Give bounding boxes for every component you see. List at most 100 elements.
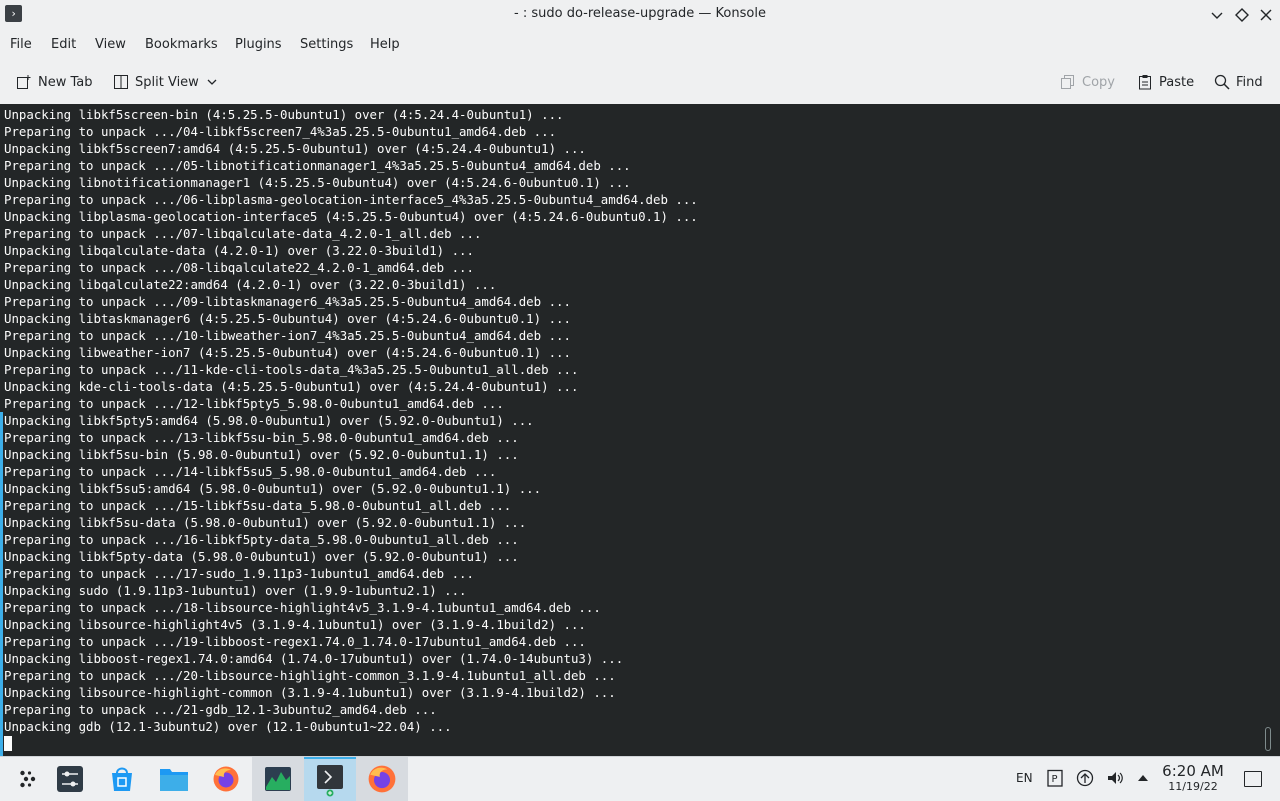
terminal-line: Preparing to unpack .../17-sudo_1.9.11p3…: [4, 566, 474, 581]
terminal-line: Unpacking libkf5su5:amd64 (5.98.0-0ubunt…: [4, 481, 542, 496]
terminal-line: Preparing to unpack .../13-libkf5su-bin_…: [4, 430, 519, 445]
app-launcher-icon: [20, 770, 36, 788]
copy-button[interactable]: Copy: [1060, 71, 1115, 93]
terminal-line: Unpacking libqalculate22:amd64 (4.2.0-1)…: [4, 277, 497, 292]
minimize-button[interactable]: [1207, 5, 1227, 25]
terminal-line: Preparing to unpack .../05-libnotificati…: [4, 158, 631, 173]
split-view-button[interactable]: Split View: [113, 71, 219, 93]
paste-label: Paste: [1159, 74, 1195, 90]
find-button[interactable]: Find: [1214, 71, 1263, 93]
volume-icon[interactable]: [1106, 769, 1124, 787]
terminal-line: Preparing to unpack .../12-libkf5pty5_5.…: [4, 396, 504, 411]
toolbar: New Tab Split View Copy Paste Find: [0, 62, 1280, 102]
paste-icon: [1139, 75, 1151, 90]
paste-button[interactable]: Paste: [1137, 71, 1194, 93]
terminal-line: Unpacking libtaskmanager6 (4:5.25.5-0ubu…: [4, 311, 571, 326]
terminal-line: Unpacking libnotificationmanager1 (4:5.2…: [4, 175, 631, 190]
firefox-window-icon: [368, 765, 396, 793]
menu-view[interactable]: View: [95, 37, 126, 52]
terminal-line: Preparing to unpack .../10-libweather-io…: [4, 328, 571, 343]
terminal-line: Unpacking libweather-ion7 (4:5.25.5-0ubu…: [4, 345, 571, 360]
chevron-down-icon: [207, 79, 217, 85]
terminal-line: Unpacking libsource-highlight4v5 (3.1.9-…: [4, 617, 586, 632]
terminal-line: Preparing to unpack .../21-gdb_12.1-3ubu…: [4, 702, 437, 717]
terminal-line: Unpacking libkf5su-data (5.98.0-0ubuntu1…: [4, 515, 527, 530]
search-icon: [1214, 74, 1230, 90]
menu-bookmarks[interactable]: Bookmarks: [145, 37, 218, 52]
menu-edit[interactable]: Edit: [51, 37, 76, 52]
terminal-line: Preparing to unpack .../19-libboost-rege…: [4, 634, 586, 649]
terminal-line: Unpacking gdb (12.1-3ubuntu2) over (12.1…: [4, 719, 452, 734]
terminal-line: Preparing to unpack .../14-libkf5su5_5.9…: [4, 464, 497, 479]
terminal-line: Unpacking sudo (1.9.11p3-1ubuntu1) over …: [4, 583, 467, 598]
copy-label: Copy: [1082, 74, 1115, 90]
terminal-line: Preparing to unpack .../09-libtaskmanage…: [4, 294, 571, 309]
terminal-line: Unpacking libkf5su-bin (5.98.0-0ubuntu1)…: [4, 447, 519, 462]
terminal-line: Unpacking libkf5screen7:amd64 (4:5.25.5-…: [4, 141, 586, 156]
diamond-icon: [1235, 8, 1249, 22]
task-konsole[interactable]: [304, 757, 356, 801]
konsole-icon: [317, 765, 343, 797]
menu-plugins[interactable]: Plugins: [235, 37, 282, 52]
task-firefox-window[interactable]: [356, 757, 408, 801]
discover-icon: [112, 767, 132, 791]
terminal-line: Unpacking libkf5pty-data (5.98.0-0ubuntu…: [4, 549, 519, 564]
system-monitor-icon: [265, 767, 291, 791]
terminal-scrollbar[interactable]: [1265, 727, 1271, 751]
task-file-manager[interactable]: [148, 757, 200, 801]
terminal-line: Unpacking libkf5pty5:amd64 (5.98.0-0ubun…: [4, 413, 534, 428]
terminal-line: Preparing to unpack .../06-libplasma-geo…: [4, 192, 698, 207]
title-bar[interactable]: › - : sudo do-release-upgrade — Konsole: [0, 0, 1280, 30]
terminal-line: Unpacking libqalculate-data (4.2.0-1) ov…: [4, 243, 474, 258]
terminal-output: Unpacking libkf5screen-bin (4:5.25.5-0ub…: [4, 106, 698, 735]
task-discover[interactable]: [96, 757, 148, 801]
new-tab-button[interactable]: New Tab: [16, 71, 93, 93]
system-settings-icon: [57, 766, 83, 792]
chevron-up-icon[interactable]: [1134, 769, 1152, 787]
update-notifier-icon[interactable]: [1076, 769, 1094, 787]
menu-settings[interactable]: Settings: [300, 37, 353, 52]
terminal-line: Preparing to unpack .../07-libqalculate-…: [4, 226, 482, 241]
task-firefox[interactable]: [200, 757, 252, 801]
terminal-line: Unpacking kde-cli-tools-data (4:5.25.5-0…: [4, 379, 579, 394]
terminal-cursor: [4, 736, 12, 751]
window-title: - : sudo do-release-upgrade — Konsole: [514, 6, 766, 21]
selection-marker: [0, 412, 3, 756]
terminal-line: Unpacking libkf5screen-bin (4:5.25.5-0ub…: [4, 107, 564, 122]
terminal-line: Unpacking libsource-highlight-common (3.…: [4, 685, 616, 700]
new-tab-label: New Tab: [38, 74, 93, 90]
find-label: Find: [1236, 74, 1263, 90]
split-view-label: Split View: [135, 74, 199, 90]
terminal-line: Preparing to unpack .../04-libkf5screen7…: [4, 124, 557, 139]
svg-text:P: P: [1052, 774, 1058, 785]
terminal-line: Preparing to unpack .../20-libsource-hig…: [4, 668, 616, 683]
close-button[interactable]: [1256, 5, 1276, 25]
firefox-icon: [213, 766, 239, 792]
show-desktop-button[interactable]: [1244, 771, 1262, 787]
clipboard-icon[interactable]: P: [1046, 769, 1064, 787]
menu-help[interactable]: Help: [370, 37, 400, 52]
keyboard-layout-indicator[interactable]: EN: [1016, 771, 1033, 785]
copy-icon: [1061, 75, 1074, 89]
konsole-window: › - : sudo do-release-upgrade — Konsole …: [0, 0, 1280, 756]
clock-date[interactable]: 11/19/22: [1160, 780, 1226, 793]
split-view-icon: [114, 75, 128, 89]
terminal-line: Unpacking libplasma-geolocation-interfac…: [4, 209, 698, 224]
terminal-line: Preparing to unpack .../11-kde-cli-tools…: [4, 362, 579, 377]
chevron-down-icon: [1211, 12, 1223, 19]
terminal-view[interactable]: Unpacking libkf5screen-bin (4:5.25.5-0ub…: [0, 104, 1280, 756]
terminal-line: Preparing to unpack .../16-libkf5pty-dat…: [4, 532, 519, 547]
terminal-line: Preparing to unpack .../18-libsource-hig…: [4, 600, 601, 615]
taskbar: EN P 6:20 AM 11/19/22: [0, 756, 1280, 801]
clock-time[interactable]: 6:20 AM: [1160, 762, 1226, 780]
close-icon: [1260, 9, 1272, 21]
file-manager-icon: [160, 769, 188, 791]
terminal-line: Unpacking libboost-regex1.74.0:amd64 (1.…: [4, 651, 624, 666]
maximize-button[interactable]: [1232, 5, 1252, 25]
task-system-monitor[interactable]: [252, 757, 304, 801]
new-tab-icon: [17, 75, 31, 89]
terminal-line: Preparing to unpack .../15-libkf5su-data…: [4, 498, 512, 513]
menu-bar: File Edit View Bookmarks Plugins Setting…: [0, 30, 1280, 60]
task-system-settings[interactable]: [44, 757, 96, 801]
menu-file[interactable]: File: [10, 37, 32, 52]
